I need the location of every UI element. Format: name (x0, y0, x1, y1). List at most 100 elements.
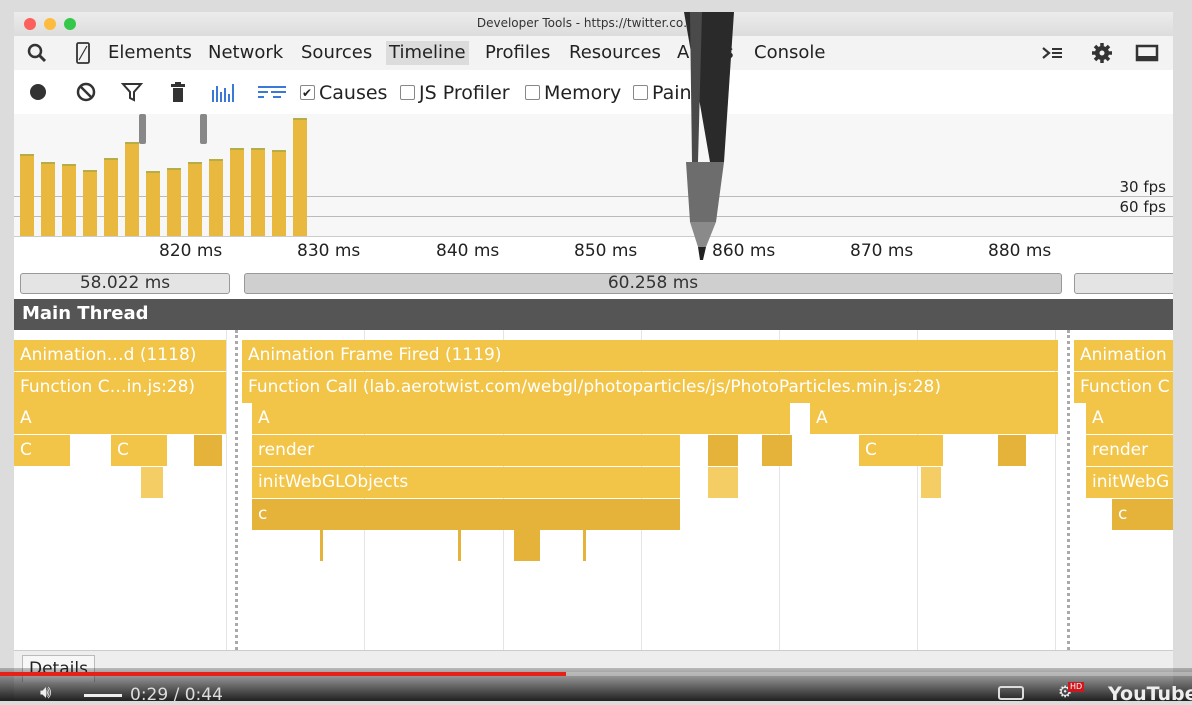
tab-elements[interactable]: Elements (108, 41, 192, 65)
search-icon[interactable] (24, 40, 50, 66)
frame-bar[interactable] (167, 168, 181, 236)
main-thread-header[interactable]: Main Thread (14, 299, 1173, 330)
tab-sources[interactable]: Sources (301, 41, 372, 65)
frame-bar[interactable] (41, 162, 55, 236)
frame-duration[interactable] (1074, 273, 1173, 294)
event-block[interactable] (708, 467, 738, 498)
tab-timeline[interactable]: Timeline (386, 41, 469, 65)
grid-line (226, 330, 227, 650)
js-profiler-checkbox[interactable]: JS Profiler (400, 81, 510, 105)
frame-bar[interactable] (62, 164, 76, 236)
event-sliver[interactable] (320, 530, 323, 561)
ruler-tick: 850 ms (574, 241, 638, 261)
event-function-call[interactable]: Function C…in.js:28) (14, 372, 226, 403)
ruler-tick: 840 ms (436, 241, 500, 261)
frame-bar[interactable] (104, 158, 118, 236)
frames-view-icon[interactable] (211, 80, 235, 104)
checkbox-unchecked-icon (633, 85, 648, 100)
ruler-tick: 820 ms (159, 241, 223, 261)
event-c[interactable]: C (111, 435, 167, 466)
fps-30-label: 30 fps (1119, 178, 1166, 196)
devtools-window: Developer Tools - https://twitter.co…an … (14, 12, 1173, 701)
video-progress-fill (0, 672, 567, 676)
event-animation-frame[interactable]: Animation (1074, 340, 1173, 371)
ruler-tick: 830 ms (297, 241, 361, 261)
event-a[interactable]: A (14, 403, 226, 434)
event-block[interactable] (194, 435, 222, 466)
event-init-webgl-objects[interactable]: initWebG (1086, 467, 1173, 498)
video-time: 0:29 / 0:44 (130, 685, 223, 705)
console-drawer-icon[interactable] (1040, 40, 1066, 66)
event-a[interactable]: A (1086, 403, 1173, 434)
event-render[interactable]: render (252, 435, 680, 466)
clear-icon[interactable] (74, 80, 98, 104)
frame-bar[interactable] (209, 159, 223, 236)
captions-icon[interactable] (998, 686, 1024, 700)
event-block[interactable] (921, 467, 941, 498)
event-sliver[interactable] (583, 530, 586, 561)
event-animation-frame[interactable]: Animation Frame Fired (1119) (242, 340, 1058, 371)
event-block[interactable] (708, 435, 738, 466)
hd-badge-icon: HD (1068, 682, 1085, 692)
frame-duration[interactable]: 60.258 ms (244, 273, 1062, 294)
device-mode-icon[interactable] (70, 40, 96, 66)
overview-right-handle[interactable] (200, 114, 207, 144)
frame-boundary (235, 330, 238, 650)
event-sliver[interactable] (458, 530, 461, 561)
checkbox-unchecked-icon (400, 85, 415, 100)
tab-network[interactable]: Network (208, 41, 283, 65)
event-block[interactable] (514, 530, 540, 561)
record-icon[interactable] (26, 80, 50, 104)
event-render[interactable]: render (1086, 435, 1173, 466)
video-controls: 🔊︎ 0:29 / 0:44 ⚙ HD YouTube (0, 668, 1192, 705)
event-init-webgl-objects[interactable]: initWebGLObjects (252, 467, 680, 498)
tab-profiles[interactable]: Profiles (485, 41, 550, 65)
event-c-lower[interactable]: c (252, 499, 680, 530)
trash-icon[interactable] (166, 80, 190, 104)
event-c-lower[interactable]: c (1112, 499, 1173, 530)
frame-bar[interactable] (146, 171, 160, 236)
event-a[interactable]: A (252, 403, 790, 434)
event-function-call[interactable]: Function Call (lab.aerotwist.com/webgl/p… (242, 372, 1058, 403)
frame-bar[interactable] (20, 154, 34, 236)
causes-checkbox[interactable]: Causes (300, 81, 387, 105)
frame-bar[interactable] (125, 142, 139, 236)
flame-chart: Animation…d (1118) Function C…in.js:28) … (14, 330, 1173, 650)
volume-slider[interactable] (84, 694, 122, 697)
js-profiler-label: JS Profiler (419, 82, 510, 104)
event-a[interactable]: A (810, 403, 1058, 434)
memory-checkbox[interactable]: Memory (525, 81, 621, 105)
frame-bar[interactable] (272, 150, 286, 236)
youtube-logo[interactable]: YouTube (1108, 683, 1192, 705)
dock-side-icon[interactable] (1134, 40, 1160, 66)
video-progress-bar[interactable] (0, 672, 1192, 676)
filter-icon[interactable] (120, 80, 144, 104)
event-function-call[interactable]: Function C (1074, 372, 1173, 403)
tab-resources[interactable]: Resources (569, 41, 661, 65)
memory-label: Memory (544, 82, 622, 104)
window-title: Developer Tools - https://twitter.co…an (476, 16, 711, 30)
event-c[interactable]: C (859, 435, 943, 466)
event-animation-frame[interactable]: Animation…d (1118) (14, 340, 226, 371)
event-block[interactable] (141, 467, 163, 498)
checkbox-checked-icon (300, 81, 315, 105)
flame-chart-view-icon[interactable] (257, 80, 286, 104)
frame-bar[interactable] (188, 162, 202, 236)
event-block[interactable] (762, 435, 792, 466)
frame-bar[interactable] (83, 170, 97, 236)
ruler-tick: 870 ms (850, 241, 914, 261)
overview-left-handle[interactable] (139, 114, 146, 144)
frame-bar[interactable] (293, 118, 307, 236)
frames-overview[interactable]: 30 fps 60 fps (14, 114, 1173, 236)
main-thread-title: Main Thread (22, 303, 149, 324)
ruler-tick: 880 ms (988, 241, 1052, 261)
tab-console[interactable]: Console (754, 41, 825, 65)
gear-icon[interactable] (1089, 40, 1115, 66)
volume-icon[interactable]: 🔊︎ (40, 682, 51, 703)
frame-duration[interactable]: 58.022 ms (20, 273, 230, 294)
event-block[interactable] (998, 435, 1026, 466)
frame-bar[interactable] (230, 148, 244, 236)
event-c[interactable]: C (14, 435, 70, 466)
checkbox-unchecked-icon (525, 85, 540, 100)
frame-bar[interactable] (251, 148, 265, 236)
